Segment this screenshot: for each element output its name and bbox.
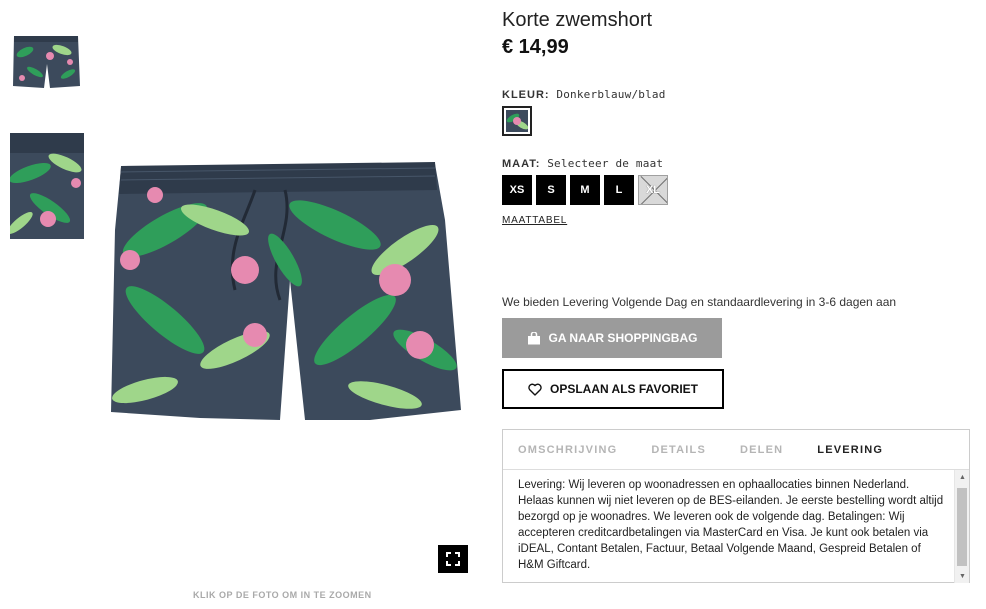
shopping-bag-icon <box>527 331 540 344</box>
tab-omschrijving[interactable]: OMSCHRIJVING <box>518 444 617 456</box>
color-swatch-image <box>506 110 529 132</box>
product-title: Korte zwemshort <box>502 9 653 31</box>
shorts-thumbnail-image <box>13 36 80 88</box>
size-option-m[interactable]: M <box>570 175 600 205</box>
color-label-row: KLEUR: Donkerblauw/blad <box>502 88 666 101</box>
product-info-panel: OMSCHRIJVING DETAILS DELEN LEVERING Leve… <box>502 429 970 583</box>
scroll-down-arrow-icon[interactable]: ▼ <box>955 569 970 583</box>
size-value: Selecteer de maat <box>547 157 664 170</box>
zoom-hint: KLIK OP DE FOTO OM IN TE ZOOMEN <box>193 590 372 600</box>
info-tabs: OMSCHRIJVING DETAILS DELEN LEVERING <box>503 430 969 470</box>
color-value: Donkerblauw/blad <box>556 88 666 101</box>
size-label-row: MAAT: Selecteer de maat <box>502 157 663 170</box>
tab-details[interactable]: DETAILS <box>651 444 706 456</box>
size-label: MAAT: <box>502 158 541 170</box>
color-label: KLEUR: <box>502 89 550 101</box>
color-swatch[interactable] <box>502 106 532 136</box>
thumbnail-front[interactable] <box>10 30 82 92</box>
product-price: € 14,99 <box>502 36 569 58</box>
size-chart-link[interactable]: MAATTABEL <box>502 215 567 226</box>
favorite-button-label: OPSLAAN ALS FAVORIET <box>549 382 698 396</box>
zoom-button[interactable] <box>438 545 468 573</box>
size-option-xs[interactable]: XS <box>502 175 532 205</box>
bag-button-label: GA NAAR SHOPPINGBAG <box>548 331 698 345</box>
save-favorite-button[interactable]: OPSLAAN ALS FAVORIET <box>502 369 724 409</box>
thumbnail-detail[interactable] <box>10 133 84 239</box>
size-option-xl-unavailable[interactable]: XL <box>638 175 668 205</box>
tab-content-scrollbar[interactable]: ▲ ▼ <box>954 470 969 583</box>
scrollbar-thumb[interactable] <box>957 488 967 566</box>
scroll-up-arrow-icon[interactable]: ▲ <box>955 470 970 484</box>
shorts-detail-thumbnail-image <box>10 133 84 239</box>
size-option-l[interactable]: L <box>604 175 634 205</box>
swim-shorts-image <box>111 162 461 420</box>
delivery-note: We bieden Levering Volgende Dag en stand… <box>502 295 897 309</box>
tab-delen[interactable]: DELEN <box>740 444 783 456</box>
size-options: XS S M L XL <box>502 175 668 205</box>
expand-icon <box>446 552 460 566</box>
size-option-xl-label: XL <box>645 184 661 196</box>
tab-levering[interactable]: LEVERING <box>817 444 883 456</box>
size-option-s[interactable]: S <box>536 175 566 205</box>
tab-content: Levering: Wij leveren op woonadressen en… <box>518 479 944 571</box>
go-to-shopping-bag-button[interactable]: GA NAAR SHOPPINGBAG <box>502 318 722 358</box>
main-product-image[interactable] <box>105 150 470 435</box>
heart-icon <box>528 383 542 396</box>
